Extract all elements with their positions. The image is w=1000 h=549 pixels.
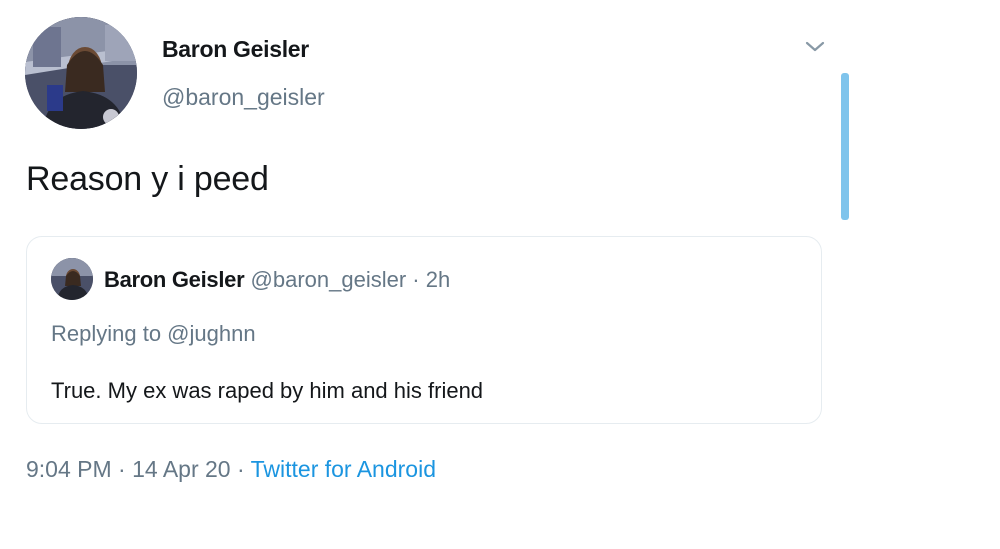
quoted-tweet-avatar [51, 258, 93, 300]
tweet-footer: 9:04 PM · 14 Apr 20 · Twitter for Androi… [26, 456, 436, 483]
quoted-timestamp: 2h [425, 267, 451, 292]
tweet-page: Baron Geisler @baron_geisler Reason y i … [0, 0, 1000, 549]
quoted-tweet-header: Baron Geisler @baron_geisler · 2h [104, 267, 450, 293]
tweet-time: 9:04 PM [26, 456, 112, 482]
author-name[interactable]: Baron Geisler [162, 36, 309, 63]
tweet-source-link[interactable]: Twitter for Android [251, 456, 436, 482]
chevron-down-icon[interactable] [802, 38, 828, 56]
footer-separator: · [236, 456, 245, 482]
quoted-author-handle: @baron_geisler [250, 267, 407, 292]
avatar[interactable] [25, 17, 137, 129]
quoted-tweet-text: True. My ex was raped by him and his fri… [51, 378, 484, 403]
quoted-separator: · [412, 267, 420, 292]
quoted-avatar-photo [51, 258, 93, 300]
tweet-text: Reason y i peed [26, 160, 269, 198]
quoted-author-name: Baron Geisler [104, 267, 245, 292]
avatar-photo [25, 17, 137, 129]
tweet-date: 14 Apr 20 [132, 456, 231, 482]
scrollbar[interactable] [841, 73, 849, 220]
footer-separator: · [118, 456, 126, 482]
quoted-tweet[interactable]: Baron Geisler @baron_geisler · 2h Replyi… [26, 236, 822, 424]
author-handle[interactable]: @baron_geisler [162, 84, 325, 111]
replying-to: Replying to @jughnn [51, 321, 256, 346]
